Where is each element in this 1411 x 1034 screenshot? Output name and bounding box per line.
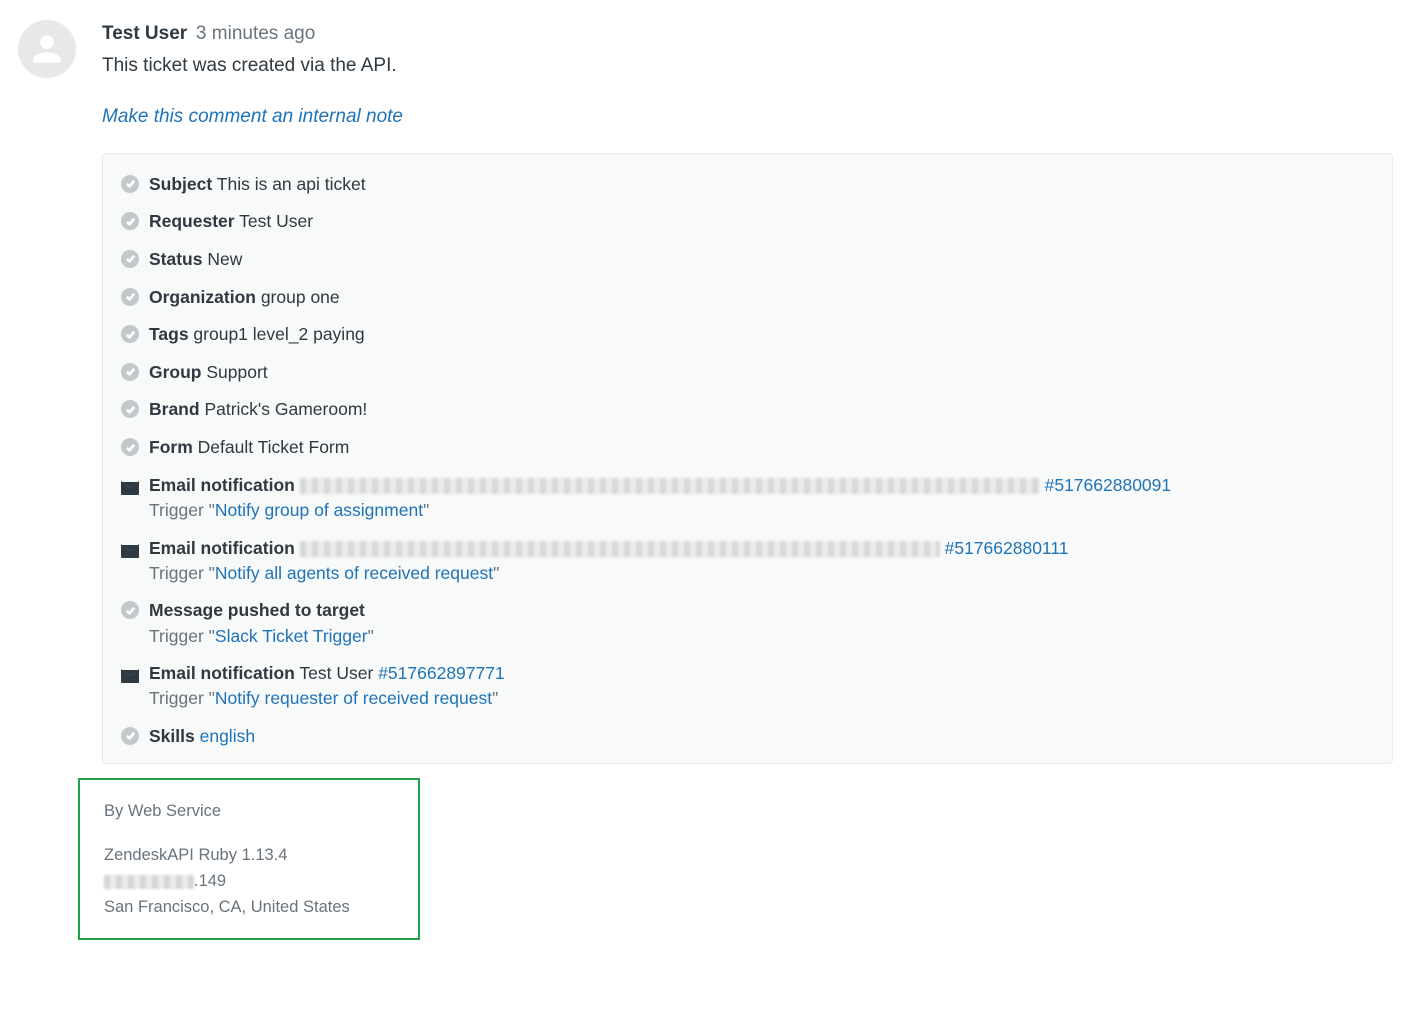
event-group: Group Support <box>121 360 1374 386</box>
event-email-notification-1: Email notification #517662880091 Trigger… <box>121 473 1374 524</box>
subject-value: This is an api ticket <box>217 174 366 194</box>
brand-value: Patrick's Gameroom! <box>204 399 367 419</box>
mail-icon <box>121 481 139 495</box>
event-tags: Tags group1 level_2 paying <box>121 322 1374 348</box>
comment-body: This ticket was created via the API. <box>102 52 1393 80</box>
event-form: Form Default Ticket Form <box>121 435 1374 461</box>
footer-by: By Web Service <box>104 800 394 824</box>
group-value: Support <box>206 362 267 382</box>
check-icon <box>121 175 139 193</box>
email3-trigger-link[interactable]: Notify requester of received request <box>215 688 492 708</box>
requester-value: Test User <box>239 211 313 231</box>
form-value: Default Ticket Form <box>198 437 350 457</box>
form-label: Form <box>149 437 193 457</box>
email2-trigger-link[interactable]: Notify all agents of received request <box>215 563 493 583</box>
event-message-target: Message pushed to target Trigger "Slack … <box>121 598 1374 649</box>
skills-value[interactable]: english <box>200 726 255 746</box>
event-email-notification-2: Email notification #517662880111 Trigger… <box>121 536 1374 587</box>
footer-ip: .149 <box>104 870 394 894</box>
email1-ticket-link[interactable]: #517662880091 <box>1045 475 1172 495</box>
comment-header: Test User 3 minutes ago <box>102 20 1393 48</box>
mail-icon <box>121 544 139 558</box>
organization-label: Organization <box>149 287 256 307</box>
target-trigger-label: Trigger <box>149 626 204 646</box>
tags-label: Tags <box>149 324 189 344</box>
check-icon <box>121 400 139 418</box>
status-value: New <box>207 249 242 269</box>
check-icon <box>121 288 139 306</box>
ticket-events-panel: Subject This is an api ticket Requester … <box>102 153 1393 765</box>
redacted-ip <box>104 875 194 889</box>
email1-label: Email notification <box>149 475 295 495</box>
redacted-recipients <box>300 478 1040 494</box>
tags-value: group1 level_2 paying <box>193 324 364 344</box>
brand-label: Brand <box>149 399 200 419</box>
avatar-placeholder-icon <box>18 20 76 78</box>
check-icon <box>121 438 139 456</box>
event-email-notification-3: Email notification Test User #5176628977… <box>121 661 1374 712</box>
event-skills: Skills english <box>121 724 1374 750</box>
comment-time: 3 minutes ago <box>196 23 315 44</box>
email2-label: Email notification <box>149 538 295 558</box>
event-subject: Subject This is an api ticket <box>121 172 1374 198</box>
make-internal-note-link[interactable]: Make this comment an internal note <box>102 103 1393 131</box>
email2-trigger-label: Trigger <box>149 563 204 583</box>
organization-value: group one <box>261 287 340 307</box>
author-name: Test User <box>102 23 187 44</box>
event-organization: Organization group one <box>121 285 1374 311</box>
mail-icon <box>121 669 139 683</box>
check-icon <box>121 212 139 230</box>
email1-trigger-link[interactable]: Notify group of assignment <box>215 500 423 520</box>
via-web-service-highlight: By Web Service ZendeskAPI Ruby 1.13.4 .1… <box>78 778 420 940</box>
event-brand: Brand Patrick's Gameroom! <box>121 397 1374 423</box>
check-icon <box>121 250 139 268</box>
check-icon <box>121 363 139 381</box>
redacted-recipients <box>300 541 940 557</box>
email3-ticket-link[interactable]: #517662897771 <box>378 663 505 683</box>
footer-client: ZendeskAPI Ruby 1.13.4 <box>104 844 394 868</box>
check-icon <box>121 325 139 343</box>
target-trigger-link[interactable]: Slack Ticket Trigger <box>215 626 368 646</box>
check-icon <box>121 601 139 619</box>
ticket-comment: Test User 3 minutes ago This ticket was … <box>18 20 1393 940</box>
avatar <box>18 20 76 940</box>
footer-ip-suffix: .149 <box>194 872 226 890</box>
requester-label: Requester <box>149 211 235 231</box>
subject-label: Subject <box>149 174 212 194</box>
footer-location: San Francisco, CA, United States <box>104 896 394 920</box>
check-icon <box>121 727 139 745</box>
event-requester: Requester Test User <box>121 209 1374 235</box>
group-label: Group <box>149 362 202 382</box>
status-label: Status <box>149 249 202 269</box>
email3-trigger-label: Trigger <box>149 688 204 708</box>
email2-ticket-link[interactable]: #517662880111 <box>945 538 1069 558</box>
event-status: Status New <box>121 247 1374 273</box>
email1-trigger-label: Trigger <box>149 500 204 520</box>
target-label: Message pushed to target <box>149 600 365 620</box>
email3-label: Email notification <box>149 663 295 683</box>
skills-label: Skills <box>149 726 195 746</box>
email3-recipient: Test User <box>299 663 373 683</box>
